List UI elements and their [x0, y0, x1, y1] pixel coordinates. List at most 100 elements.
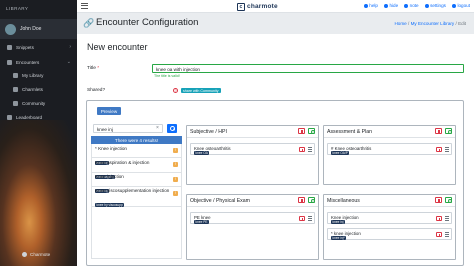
section-item[interactable]: * knee injection knee inj*	[327, 228, 452, 240]
delete-icon[interactable]	[435, 197, 442, 203]
sidebar-item-snippets[interactable]: Snippets ›	[0, 41, 77, 53]
avatar	[5, 23, 16, 35]
section-item[interactable]: PE knee knee PE	[190, 212, 315, 224]
sidebar-item-encounters[interactable]: Encounters ⌄	[0, 56, 77, 68]
drag-handle-icon[interactable]	[445, 216, 449, 221]
delete-icon[interactable]	[436, 232, 442, 237]
search-icon[interactable]	[308, 128, 315, 135]
item-tag: knee OA/P	[331, 150, 350, 155]
sidebar-background-image	[0, 120, 77, 266]
breadcrumb-home[interactable]: Home	[394, 21, 406, 26]
search-icon[interactable]	[445, 128, 452, 135]
encounter-builder: Preview knee inj × There were 4 results!…	[86, 100, 464, 266]
logout-link-label: logout	[457, 3, 470, 8]
result-name: Knee viscosupplementation injection	[95, 188, 170, 194]
hide-icon	[383, 3, 388, 8]
page-title: Encounter Configuration	[96, 17, 199, 28]
snippets-icon	[7, 44, 12, 50]
breadcrumb-library[interactable]: My Encounter Library	[411, 21, 455, 26]
search-icon[interactable]	[308, 197, 315, 204]
menu-toggle-icon[interactable]	[81, 3, 88, 9]
library-icon	[13, 72, 18, 78]
list-item[interactable]: * Knee injection knee inj !	[92, 144, 181, 165]
settings-link[interactable]: settings	[424, 3, 446, 8]
delete-icon[interactable]	[436, 147, 442, 152]
sidebar: LIBRARY John Doe Snippets › Encounters ⌄…	[0, 0, 77, 266]
delete-icon[interactable]	[299, 147, 305, 152]
drag-handle-icon[interactable]	[445, 232, 449, 237]
delete-icon[interactable]	[436, 216, 442, 221]
warning-icon[interactable]: !	[173, 148, 178, 153]
drag-handle-icon[interactable]	[308, 147, 312, 152]
title-label-text: Title	[87, 66, 96, 71]
search-button[interactable]	[167, 124, 177, 133]
result-name: Knee aspiration & injection	[95, 159, 150, 165]
list-item[interactable]: Knee aspiration & injection knee asp/inj…	[92, 158, 181, 179]
shared-label: Shared?	[87, 88, 106, 93]
section-assessment-plan: Assessment & Plan # Knee osteoarthritis …	[323, 125, 456, 185]
warning-icon[interactable]: !	[173, 176, 178, 182]
charmote-icon	[22, 252, 27, 257]
delete-icon[interactable]	[299, 216, 305, 221]
page-header: 🔗 Encounter Configuration Home / My Enco…	[77, 14, 474, 32]
leaderboard-icon	[7, 114, 12, 120]
item-tag: knee PE	[194, 219, 210, 224]
sidebar-item-label: My Library	[22, 72, 44, 78]
section-title: Subjective / HPI	[190, 129, 227, 135]
user-name: John Doe	[20, 26, 42, 32]
divider	[187, 137, 318, 138]
chevron-right-icon: ›	[69, 44, 71, 50]
list-item[interactable]: Knee injection knee inj !	[92, 173, 181, 194]
app-logo[interactable]: c charmote	[237, 2, 278, 11]
warning-icon[interactable]: !	[173, 190, 178, 196]
search-icon[interactable]	[445, 197, 452, 204]
share-community-toggle[interactable]: share with Community	[181, 88, 221, 93]
list-item[interactable]: Knee viscosupplementation injection knee…	[92, 187, 181, 208]
sidebar-item-charmlets[interactable]: Charmlets	[0, 83, 77, 95]
delete-icon[interactable]	[435, 128, 442, 134]
warning-icon[interactable]: !	[173, 162, 178, 168]
title-input[interactable]: knee oa with injection	[152, 64, 464, 73]
app-root: LIBRARY John Doe Snippets › Encounters ⌄…	[0, 0, 474, 266]
note-link[interactable]: note	[404, 3, 419, 8]
drag-handle-icon[interactable]	[445, 147, 449, 152]
result-name: Knee injection	[95, 174, 124, 180]
logout-icon	[451, 3, 456, 8]
breadcrumb: Home / My Encounter Library / Edit	[394, 21, 466, 26]
sidebar-library-label: LIBRARY	[6, 6, 29, 11]
item-tag: knee inj*	[331, 235, 347, 240]
search-input[interactable]: knee inj	[93, 124, 163, 133]
sidebar-item-community[interactable]: Community	[0, 97, 77, 109]
preview-button-label: Preview	[100, 108, 118, 114]
logo-icon: c	[237, 2, 245, 11]
note-link-label: note	[409, 3, 419, 8]
sidebar-item-my-library[interactable]: My Library	[0, 69, 77, 81]
section-title: Assessment & Plan	[327, 129, 372, 135]
section-item[interactable]: Knee injection knee inj	[327, 212, 452, 224]
section-item[interactable]: # Knee osteoarthritis knee OA/P	[327, 143, 452, 155]
preview-button[interactable]: Preview	[97, 107, 121, 115]
delete-icon[interactable]	[298, 197, 305, 203]
logout-link[interactable]: logout	[451, 3, 470, 8]
item-name: Knee injection	[331, 214, 359, 220]
sidebar-item-leaderboard[interactable]: Leaderboard	[0, 111, 77, 123]
encounters-icon	[7, 59, 12, 65]
sidebar-footer-label: Charmote	[30, 252, 51, 257]
help-link[interactable]: help	[363, 3, 378, 8]
help-icon[interactable]: ?	[173, 88, 178, 93]
sidebar-item-label: Snippets	[16, 44, 34, 50]
clear-icon[interactable]: ×	[156, 125, 159, 131]
section-item[interactable]: Knee osteoarthritis knee OA	[190, 143, 315, 155]
link-icon: 🔗	[83, 18, 95, 28]
top-links: help hide note settings logout	[363, 3, 470, 8]
sidebar-item-label: Encounters	[16, 59, 40, 65]
delete-icon[interactable]	[298, 128, 305, 134]
hide-link[interactable]: hide	[383, 3, 398, 8]
sidebar-footer[interactable]: Charmote	[22, 252, 50, 257]
sidebar-item-label: Leaderboard	[16, 114, 43, 120]
user-profile[interactable]: John Doe	[0, 19, 77, 39]
results-header: There were 4 results!	[91, 136, 182, 144]
item-name: Knee osteoarthritis	[194, 145, 231, 151]
drag-handle-icon[interactable]	[308, 216, 312, 221]
section-title: Objective / Physical Exam	[190, 198, 250, 204]
